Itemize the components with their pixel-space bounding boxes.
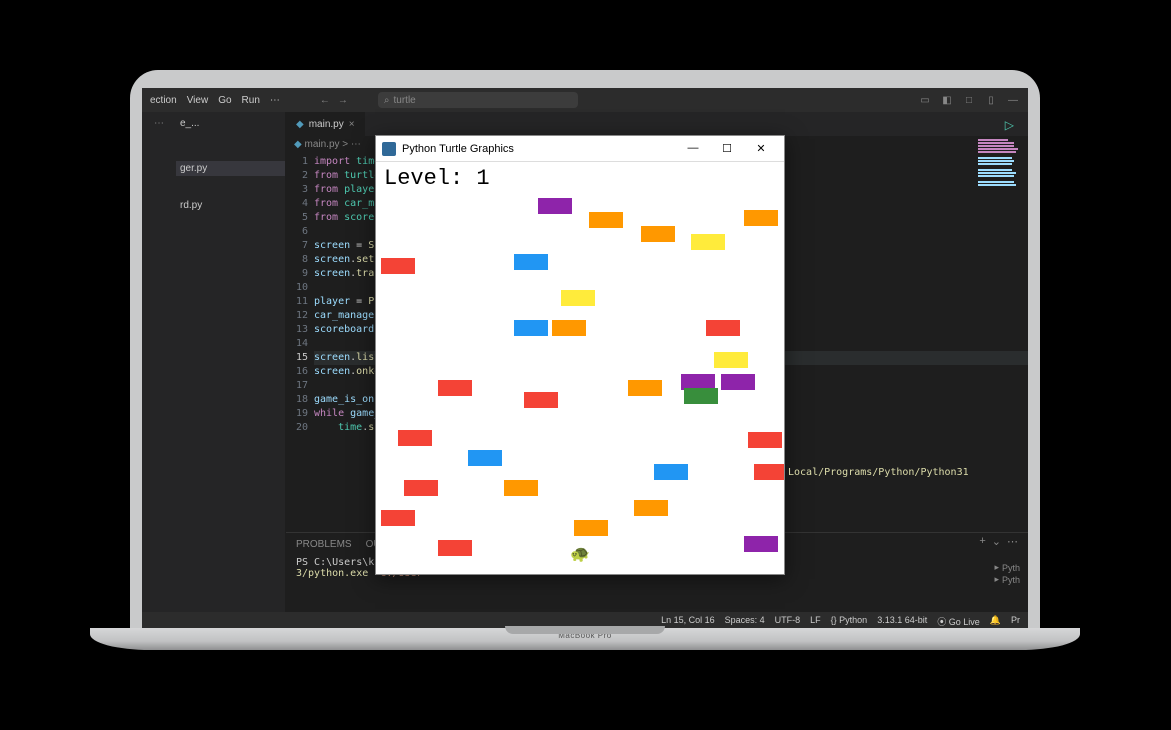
tab-label: main.py — [309, 119, 344, 130]
car-block — [744, 210, 778, 226]
more-icon[interactable]: ⋯ — [154, 118, 164, 129]
car-block — [438, 540, 472, 556]
explorer-sidebar: e_... ger.py rd.py — [176, 112, 286, 612]
turtle-app-icon — [382, 142, 396, 156]
car-block — [504, 480, 538, 496]
layout-icon[interactable]: □ — [962, 95, 976, 106]
title-bar: ection View Go Run ⋯ ← → ⌕ turtle ▭ ◧ □ … — [142, 88, 1028, 112]
file-item[interactable]: e_... — [176, 116, 285, 131]
python-file-icon: ◆ — [294, 139, 302, 150]
close-icon[interactable]: ✕ — [744, 142, 778, 155]
python-file-icon: ◆ — [296, 119, 304, 130]
menu-view[interactable]: View — [187, 95, 209, 106]
car-block — [721, 374, 755, 390]
minimap[interactable] — [978, 138, 1022, 238]
car-block — [438, 380, 472, 396]
language-mode[interactable]: {} Python — [831, 615, 868, 628]
nav-forward-icon[interactable]: → — [338, 95, 348, 106]
car-block — [706, 320, 740, 336]
close-icon[interactable]: × — [349, 119, 355, 130]
tab-main-py[interactable]: ◆ main.py × — [286, 112, 365, 136]
minimize-icon[interactable]: — — [1006, 95, 1020, 106]
turtle-window: Python Turtle Graphics — ☐ ✕ Level: 1 🐢 — [375, 135, 785, 575]
file-item[interactable]: rd.py — [176, 198, 285, 213]
turtle-title: Python Turtle Graphics — [402, 143, 514, 155]
car-block — [754, 464, 784, 480]
file-item[interactable]: ger.py — [176, 161, 285, 176]
level-label: Level: 1 — [384, 166, 490, 191]
layout-icon[interactable]: ◧ — [940, 95, 954, 106]
car-block — [381, 510, 415, 526]
tab-problems[interactable]: PROBLEMS — [296, 539, 352, 550]
minimize-icon[interactable]: — — [676, 142, 710, 155]
layout-icon[interactable]: ▭ — [918, 95, 932, 106]
layout-icon[interactable]: ▯ — [984, 95, 998, 106]
car-block — [524, 392, 558, 408]
car-block — [654, 464, 688, 480]
car-block — [552, 320, 586, 336]
car-block — [589, 212, 623, 228]
search-icon: ⌕ — [384, 95, 390, 106]
cursor-position[interactable]: Ln 15, Col 16 — [661, 615, 715, 628]
terminal-more-icon[interactable]: ⋯ — [1007, 535, 1018, 548]
nav-back-icon[interactable]: ← — [320, 95, 330, 106]
maximize-icon[interactable]: ☐ — [710, 142, 744, 155]
laptop-base — [90, 628, 1080, 650]
command-search[interactable]: ⌕ turtle — [378, 92, 578, 108]
python-version[interactable]: 3.13.1 64-bit — [877, 615, 927, 628]
car-block — [514, 320, 548, 336]
terminal-instance[interactable]: ▸Pyth — [994, 562, 1020, 573]
car-block — [538, 198, 572, 214]
go-live[interactable]: ⦿ Go Live — [937, 615, 980, 628]
car-block — [744, 536, 778, 552]
menu-selection[interactable]: ection — [150, 95, 177, 106]
car-block — [628, 380, 662, 396]
terminal-instance[interactable]: ▸Pyth — [994, 574, 1020, 585]
turtle-title-bar[interactable]: Python Turtle Graphics — ☐ ✕ — [376, 136, 784, 162]
car-block — [468, 450, 502, 466]
car-block — [684, 388, 718, 404]
activity-bar: ⋯ — [142, 112, 176, 612]
terminal-path: Local/Programs/Python/Python31 — [788, 467, 969, 478]
terminal-dropdown-icon[interactable]: ⌄ — [992, 535, 1001, 548]
car-block — [398, 430, 432, 446]
eol[interactable]: LF — [810, 615, 821, 628]
car-block — [404, 480, 438, 496]
car-block — [381, 258, 415, 274]
car-block — [748, 432, 782, 448]
car-block — [691, 234, 725, 250]
new-terminal-icon[interactable]: + — [979, 535, 985, 548]
turtle-canvas: Level: 1 🐢 — [376, 162, 784, 574]
run-icon[interactable]: ▷ — [1005, 118, 1014, 132]
notifications-icon[interactable]: 🔔 — [990, 615, 1001, 628]
indentation[interactable]: Spaces: 4 — [725, 615, 765, 628]
menu-go[interactable]: Go — [218, 95, 231, 106]
menu-run[interactable]: Run — [242, 95, 260, 106]
encoding[interactable]: UTF-8 — [775, 615, 801, 628]
car-block — [714, 352, 748, 368]
player-turtle-icon: 🐢 — [570, 544, 590, 564]
menu-more[interactable]: ⋯ — [270, 95, 280, 106]
car-block — [514, 254, 548, 270]
car-block — [641, 226, 675, 242]
tab-bar: ◆ main.py × — [286, 112, 1028, 136]
car-block — [561, 290, 595, 306]
car-block — [574, 520, 608, 536]
car-block — [634, 500, 668, 516]
prettier[interactable]: Pr — [1011, 615, 1020, 628]
search-text: turtle — [394, 95, 416, 106]
menu-bar: ection View Go Run ⋯ — [150, 95, 280, 106]
